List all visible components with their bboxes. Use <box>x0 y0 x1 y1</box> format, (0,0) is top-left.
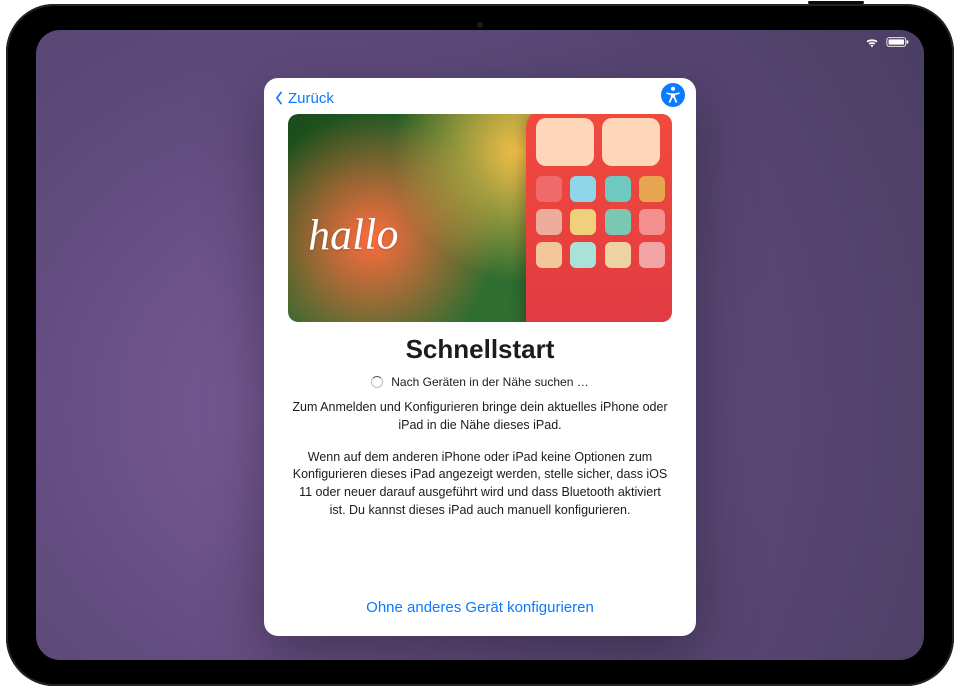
hero-app-icon <box>639 209 665 235</box>
status-bar <box>36 30 924 48</box>
hero-widget <box>602 118 660 166</box>
front-camera <box>477 22 483 28</box>
card-body: Schnellstart Nach Geräten in der Nähe su… <box>264 334 696 587</box>
searching-row: Nach Geräten in der Nähe suchen … <box>292 375 668 389</box>
accessibility-button[interactable] <box>660 84 686 110</box>
setup-without-device-button[interactable]: Ohne anderes Gerät konfigurieren <box>274 599 686 616</box>
hero-app-icon <box>639 242 665 268</box>
battery-icon <box>886 36 910 48</box>
hero-app-icon <box>570 242 596 268</box>
back-label: Zurück <box>288 90 334 107</box>
ipad-device-frame: Zurück hallo <box>6 4 954 686</box>
hero-app-icon <box>605 176 631 202</box>
hero-app-icon <box>536 176 562 202</box>
screen: Zurück hallo <box>36 30 924 660</box>
spinner-icon <box>371 376 383 388</box>
instruction-paragraph-2: Wenn auf dem anderen iPhone oder iPad ke… <box>292 449 668 520</box>
hero-app-grid <box>536 176 666 268</box>
back-button[interactable]: Zurück <box>272 90 334 107</box>
hero-app-icon <box>536 242 562 268</box>
accessibility-icon <box>660 82 686 113</box>
hero-illustration: hallo <box>288 114 672 322</box>
page-title: Schnellstart <box>292 334 668 365</box>
hero-app-icon <box>605 242 631 268</box>
quickstart-card: Zurück hallo <box>264 78 696 636</box>
hero-app-icon <box>570 209 596 235</box>
hero-app-icon <box>605 209 631 235</box>
card-topbar: Zurück <box>264 78 696 114</box>
hero-iphone <box>526 114 672 322</box>
power-button <box>808 1 864 4</box>
instruction-paragraph-1: Zum Anmelden und Konfigurieren bringe de… <box>292 399 668 435</box>
hero-widget <box>536 118 594 166</box>
hero-app-icon <box>570 176 596 202</box>
wifi-icon <box>864 36 880 48</box>
hero-hallo-text: hallo <box>308 208 399 261</box>
hero-app-icon <box>639 176 665 202</box>
chevron-left-icon <box>272 91 286 105</box>
searching-label: Nach Geräten in der Nähe suchen … <box>391 375 588 389</box>
hero-app-icon <box>536 209 562 235</box>
card-bottom: Ohne anderes Gerät konfigurieren <box>264 587 696 636</box>
